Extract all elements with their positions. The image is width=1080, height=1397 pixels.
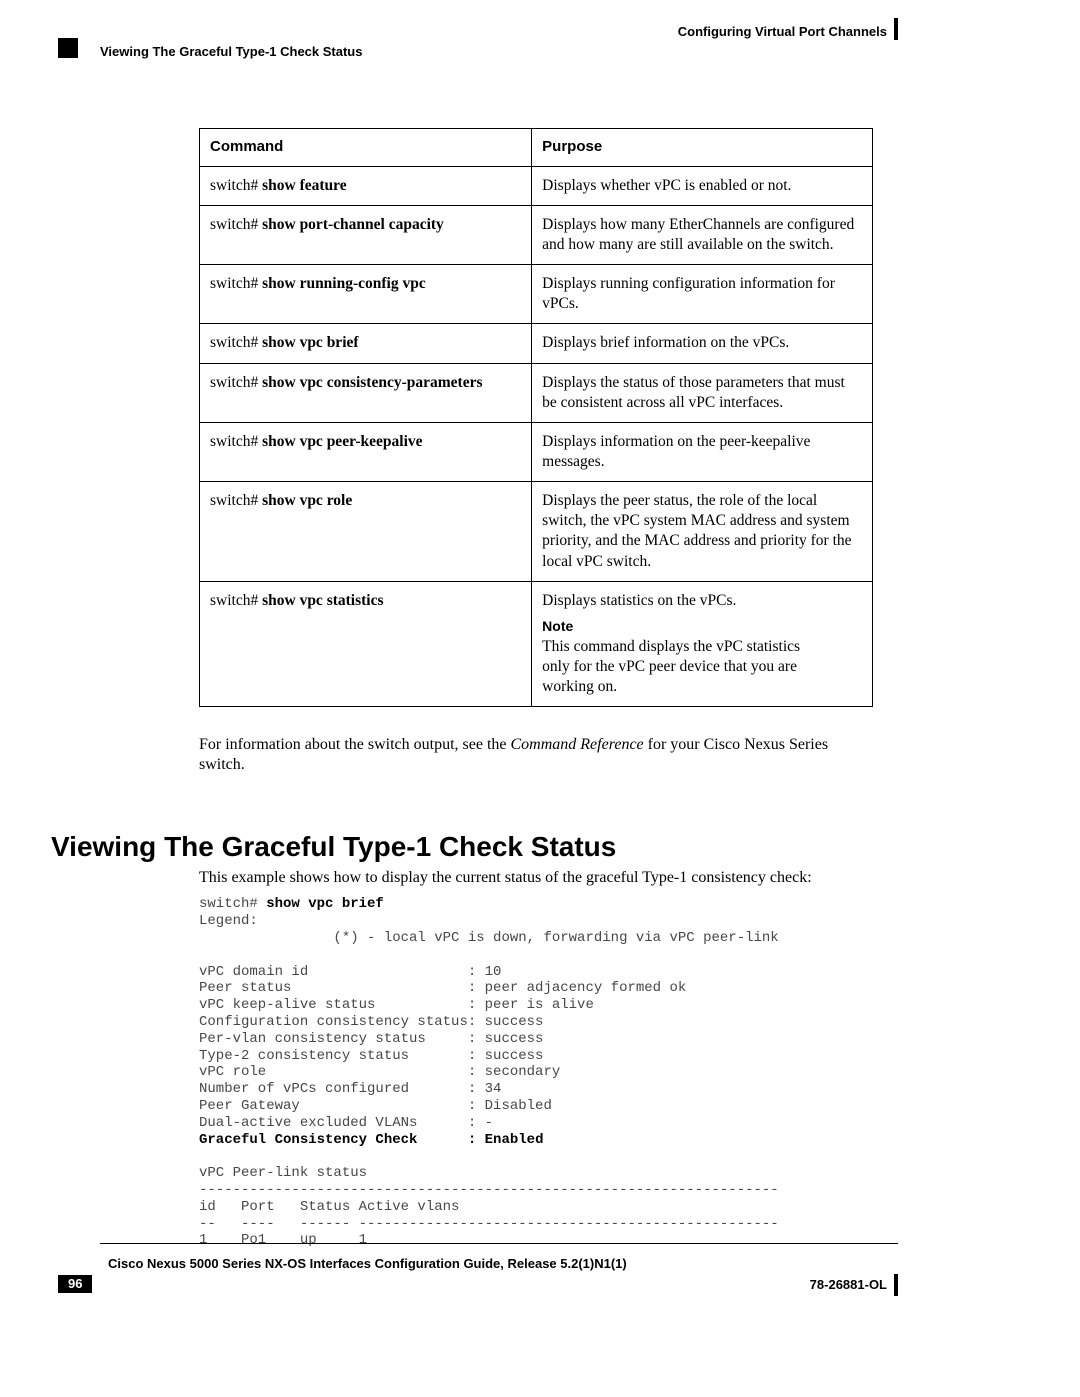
command-reference-italic: Command Reference	[511, 736, 644, 753]
purpose-text: Displays information on the peer-keepali…	[532, 422, 873, 481]
purpose-text: Displays statistics on the vPCs.	[542, 591, 862, 611]
term-line: Legend:	[199, 913, 258, 929]
term-line: Per-vlan consistency status : success	[199, 1031, 543, 1047]
cmd-prefix: switch#	[210, 592, 262, 609]
term-line: vPC role : secondary	[199, 1064, 560, 1080]
cmd-text: show vpc peer-keepalive	[262, 433, 422, 450]
cmd-prefix: switch#	[210, 492, 262, 509]
term-line: Dual-active excluded VLANs : -	[199, 1115, 493, 1131]
term-line: (*) - local vPC is down, forwarding via …	[199, 930, 779, 946]
footer-guide-title: Cisco Nexus 5000 Series NX-OS Interfaces…	[108, 1256, 627, 1272]
term-bold: show vpc brief	[266, 896, 384, 912]
section-heading: Viewing The Graceful Type-1 Check Status	[51, 829, 725, 864]
cmd-text: show vpc statistics	[262, 592, 383, 609]
after-table-paragraph: For information about the switch output,…	[199, 735, 873, 775]
col-header-purpose: Purpose	[532, 129, 873, 167]
term-bold: Graceful Consistency Check :	[199, 1132, 485, 1148]
cmd-text: show vpc role	[262, 492, 352, 509]
cmd-text: show running-config vpc	[262, 275, 426, 292]
cmd-text: show vpc brief	[262, 334, 358, 351]
cmd-prefix: switch#	[210, 216, 262, 233]
term-line: switch#	[199, 896, 266, 912]
header-right-bar	[894, 18, 898, 40]
term-line: vPC keep-alive status : peer is alive	[199, 997, 594, 1013]
purpose-text: Displays the status of those parameters …	[532, 363, 873, 422]
cmd-prefix: switch#	[210, 275, 262, 292]
header-chapter-title: Configuring Virtual Port Channels	[678, 24, 887, 40]
footer-divider	[100, 1243, 898, 1244]
note-label: Note	[542, 617, 586, 635]
table-row: switch# show vpc statistics Displays sta…	[200, 581, 873, 707]
cmd-text: show port-channel capacity	[262, 216, 444, 233]
note-body: This command displays the vPC statistics…	[542, 637, 815, 697]
footer-right-bar	[894, 1274, 898, 1296]
term-line: Configuration consistency status: succes…	[199, 1014, 543, 1030]
terminal-output: switch# show vpc brief Legend: (*) - loc…	[199, 896, 873, 1249]
purpose-text: Displays how many EtherChannels are conf…	[532, 205, 873, 264]
table-row: switch# show vpc peer-keepalive Displays…	[200, 422, 873, 481]
term-line: Number of vPCs configured : 34	[199, 1081, 501, 1097]
cmd-prefix: switch#	[210, 334, 262, 351]
term-line: Peer status : peer adjacency formed ok	[199, 980, 686, 996]
command-table: Command Purpose switch# show feature Dis…	[199, 128, 873, 707]
term-line: vPC domain id : 10	[199, 964, 501, 980]
cmd-prefix: switch#	[210, 177, 262, 194]
header-left-square	[58, 38, 78, 58]
table-row: switch# show port-channel capacity Displ…	[200, 205, 873, 264]
term-line: vPC Peer-link status	[199, 1165, 367, 1181]
table-row: switch# show feature Displays whether vP…	[200, 166, 873, 205]
table-row: switch# show vpc brief Displays brief in…	[200, 324, 873, 363]
footer-doc-id: 78-26881-OL	[810, 1277, 887, 1293]
term-line: id Port Status Active vlans	[199, 1199, 459, 1215]
purpose-text: Displays brief information on the vPCs.	[532, 324, 873, 363]
cmd-text: show vpc consistency-parameters	[262, 374, 482, 391]
cmd-prefix: switch#	[210, 374, 262, 391]
section-intro: This example shows how to display the cu…	[199, 868, 873, 888]
col-header-command: Command	[200, 129, 532, 167]
table-row: switch# show vpc role Displays the peer …	[200, 482, 873, 582]
table-row: switch# show vpc consistency-parameters …	[200, 363, 873, 422]
term-line: -- ---- ------ -------------------------…	[199, 1216, 779, 1232]
term-line: Type-2 consistency status : success	[199, 1048, 543, 1064]
purpose-text: Displays the peer status, the role of th…	[532, 482, 873, 582]
cmd-text: show feature	[262, 177, 347, 194]
term-line: 1 Po1 up 1	[199, 1232, 367, 1248]
term-bold: Enabled	[485, 1132, 544, 1148]
footer-page-number: 96	[58, 1275, 92, 1293]
table-row: switch# show running-config vpc Displays…	[200, 265, 873, 324]
cmd-prefix: switch#	[210, 433, 262, 450]
term-line: ----------------------------------------…	[199, 1182, 779, 1198]
purpose-text: Displays whether vPC is enabled or not.	[532, 166, 873, 205]
purpose-text: Displays running configuration informati…	[532, 265, 873, 324]
text: For information about the switch output,…	[199, 736, 511, 753]
term-line: Peer Gateway : Disabled	[199, 1098, 552, 1114]
header-section-title: Viewing The Graceful Type-1 Check Status	[100, 44, 362, 60]
